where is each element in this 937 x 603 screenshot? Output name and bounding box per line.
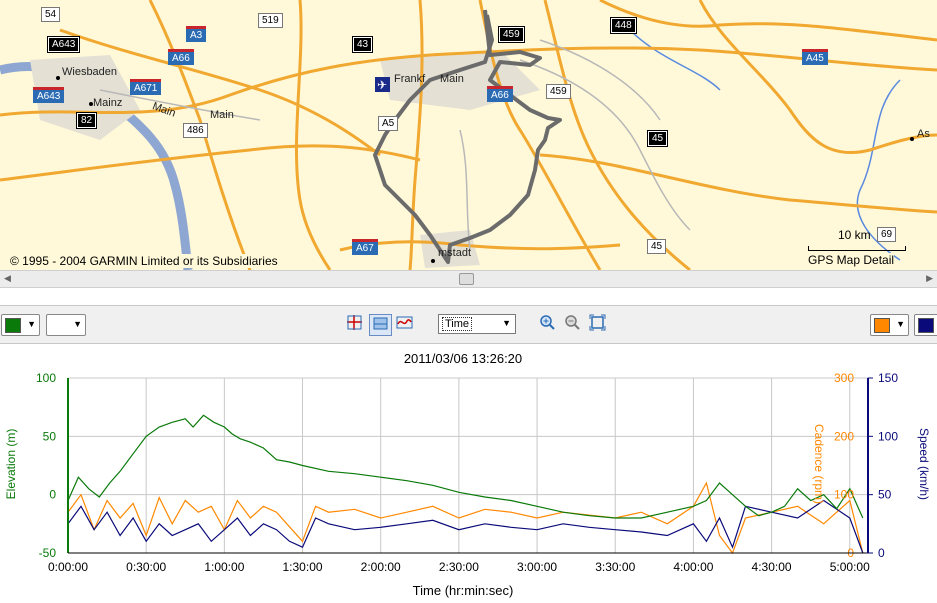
place-label: Mainz [93, 97, 123, 109]
x-tick-label: 1:30:00 [283, 560, 323, 574]
x-tick-label: 4:00:00 [673, 560, 713, 574]
x-tick-label: 2:00:00 [361, 560, 401, 574]
y-axis-label: Elevation (m) [4, 429, 18, 500]
road-shield: A643 [33, 87, 65, 103]
scale-label: 10 km [838, 228, 871, 242]
y-tick-label: 100 [36, 371, 56, 385]
chart-grid [67, 377, 868, 554]
y3-tick-label: 50 [878, 488, 892, 502]
x-tick-label: 0:30:00 [126, 560, 166, 574]
x-axis-label: Time (hr:min:sec) [413, 583, 514, 598]
road-shield: 459 [498, 26, 525, 43]
svg-text:✈: ✈ [377, 78, 387, 92]
x-tick-label: 1:00:00 [204, 560, 244, 574]
y-tick-label: -50 [39, 546, 57, 560]
x-tick-label: 5:00:00 [830, 560, 870, 574]
place-label: Wiesbaden [62, 66, 118, 78]
map-view[interactable]: ✈ Wiesbaden Mainz Main Main Frankf Main … [0, 0, 937, 270]
place-label: Main [210, 109, 234, 121]
chevron-down-icon: ▼ [27, 319, 36, 329]
y-tick-label: 0 [49, 488, 56, 502]
map-detail-label: GPS Map Detail [808, 253, 895, 267]
secondary-color-dropdown[interactable]: ▼ [46, 314, 86, 336]
city-marker [431, 259, 435, 263]
place-label: Main [440, 73, 464, 85]
road-shield: A45 [802, 49, 828, 65]
road-shield: 45 [647, 239, 667, 254]
scroll-right-icon[interactable]: ▶ [926, 273, 933, 284]
y3-tick-label: 150 [878, 371, 898, 385]
x-axis-select[interactable]: Time ▼ [438, 314, 516, 334]
zoom-in-icon[interactable] [537, 314, 558, 334]
city-marker [56, 76, 60, 80]
y2-tick-label: 200 [834, 429, 854, 443]
cadence-color-dropdown[interactable]: ▼ [870, 314, 909, 336]
x-tick-label: 2:30:00 [439, 560, 479, 574]
map-horizontal-scrollbar[interactable]: ◀ ▶ [0, 270, 937, 288]
graph-chart[interactable]: 2011/03/06 13:26:20 0:00:00 0:30:00 1:00:0… [0, 345, 937, 603]
road-shield: A66 [487, 86, 513, 102]
color-swatch [874, 318, 890, 333]
chevron-down-icon: ▼ [73, 319, 82, 329]
color-swatch [5, 318, 21, 333]
color-swatch [918, 318, 934, 333]
chart-axes: 0:00:00 0:30:00 1:00:00 1:30:00 2:00:00 2:30:… [36, 371, 898, 574]
city-marker [910, 137, 914, 141]
road-shield: A66 [168, 49, 194, 65]
road-shield: A67 [352, 239, 378, 255]
road-shield: 45 [646, 130, 669, 147]
road-shield: A3 [186, 26, 207, 42]
speed-color-dropdown[interactable] [914, 314, 937, 336]
chart-title: 2011/03/06 13:26:20 [404, 351, 522, 366]
x-tick-label: 3:30:00 [595, 560, 635, 574]
graph-toolbar: ▼ ▼ Time ▼ ▼ [0, 305, 937, 344]
scale-bar [808, 246, 906, 251]
map-canvas[interactable]: ✈ [0, 0, 937, 270]
y2-axis-label: Cadence (rpm) [812, 424, 826, 504]
place-label: mstadt [438, 247, 472, 259]
road-shield: A5 [378, 116, 399, 131]
y3-tick-label: 100 [878, 429, 898, 443]
chevron-down-icon: ▼ [502, 318, 511, 328]
y2-tick-label: 100 [834, 488, 854, 502]
road-shield: A671 [130, 79, 162, 95]
fill-chart-icon[interactable] [369, 314, 392, 336]
zoom-fit-icon[interactable] [587, 314, 608, 334]
place-label: Frankf [394, 73, 426, 85]
road-shield: 69 [877, 227, 897, 242]
scroll-left-icon[interactable]: ◀ [4, 273, 11, 284]
x-tick-label: 3:00:00 [517, 560, 557, 574]
x-tick-label: 4:30:00 [752, 560, 792, 574]
crosshair-icon[interactable] [344, 314, 365, 334]
stream [629, 29, 721, 91]
wave-chart-icon[interactable] [394, 314, 415, 334]
road-shield: 43 [351, 36, 374, 53]
x-axis-select-value: Time [442, 317, 473, 331]
y3-axis-label: Speed (km/h) [917, 428, 931, 500]
y2-tick-label: 300 [834, 371, 854, 385]
y-tick-label: 50 [43, 429, 57, 443]
road-shield: 448 [610, 17, 637, 34]
place-label: As [917, 128, 930, 140]
road-shield: 519 [258, 13, 283, 28]
zoom-out-icon[interactable] [562, 314, 583, 334]
road-shield: 459 [546, 84, 571, 99]
scrollbar-thumb[interactable] [459, 273, 474, 285]
speed-line [67, 499, 864, 554]
x-tick-label: 0:00:00 [48, 560, 88, 574]
road-shield: A643 [46, 36, 81, 53]
elevation-color-dropdown[interactable]: ▼ [1, 314, 40, 336]
road-shield: 486 [183, 123, 208, 138]
road-shield: 54 [41, 7, 61, 22]
chevron-down-icon: ▼ [896, 319, 905, 329]
y3-tick-label: 0 [878, 546, 885, 560]
map-copyright: © 1995 - 2004 GARMIN Limited or its Subs… [10, 254, 278, 268]
road-shield: 82 [75, 112, 98, 129]
